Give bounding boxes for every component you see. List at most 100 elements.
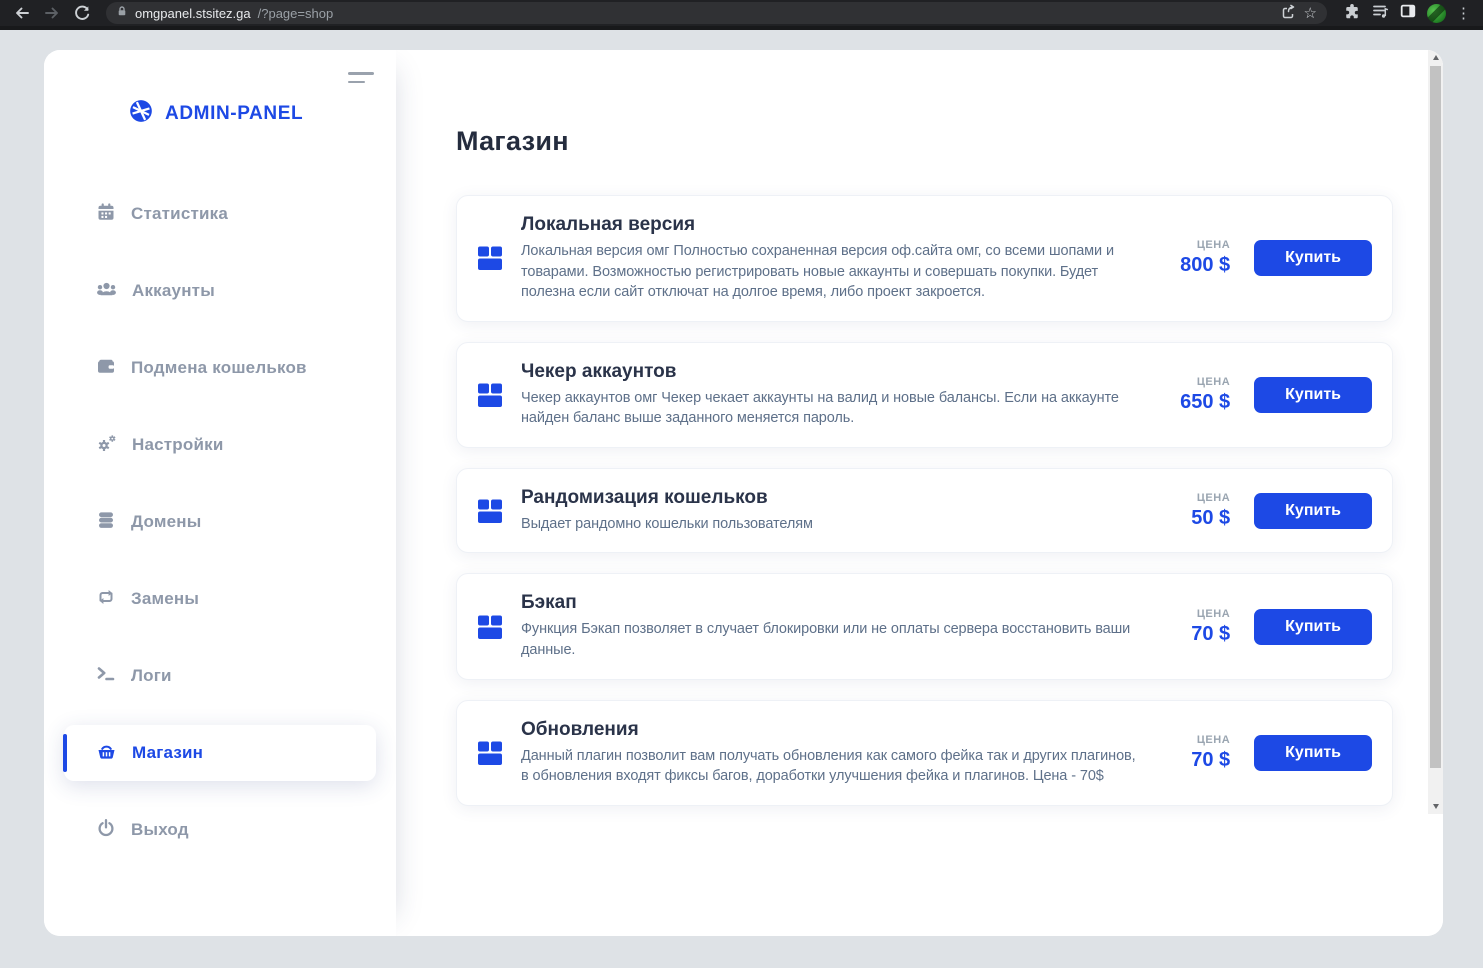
product-card: Бэкап Функция Бэкап позволяет в случает … [456, 573, 1393, 679]
sidebar: ADMIN-PANEL Статистика Аккаунты [44, 50, 396, 936]
calendar-icon [96, 202, 116, 227]
product-description: Функция Бэкап позволяет в случает блокир… [521, 619, 1136, 660]
product-price-block: ЦЕНА 50 $ [1166, 492, 1230, 530]
page-background: ADMIN-PANEL Статистика Аккаунты [0, 30, 1483, 964]
sidebar-item-replacements[interactable]: Замены [44, 571, 396, 627]
price-label: ЦЕНА [1166, 608, 1230, 620]
product-description: Выдает рандомно кошельки пользователям [521, 514, 1136, 535]
brand-logo-icon [128, 98, 154, 129]
share-icon[interactable] [1279, 2, 1297, 25]
gears-icon [96, 433, 117, 458]
product-name: Бэкап [521, 592, 1150, 614]
sidebar-collapse-icon[interactable] [348, 72, 374, 83]
product-info: Бэкап Функция Бэкап позволяет в случает … [521, 592, 1166, 660]
product-name: Чекер аккаунтов [521, 361, 1150, 383]
brand: ADMIN-PANEL [128, 98, 396, 129]
sidebar-item-label: Замены [131, 589, 199, 609]
product-price-block: ЦЕНА 800 $ [1166, 239, 1230, 277]
price-value: 800 $ [1166, 254, 1230, 277]
product-name: Обновления [521, 719, 1150, 741]
product-card: Обновления Данный плагин позволит вам по… [456, 700, 1393, 806]
price-label: ЦЕНА [1166, 734, 1230, 746]
product-card: Чекер аккаунтов Чекер аккаунтов омг Чеке… [456, 342, 1393, 448]
price-value: 70 $ [1166, 623, 1230, 646]
buy-button[interactable]: Купить [1254, 493, 1372, 529]
scrollbar-thumb[interactable] [1430, 66, 1441, 768]
sidebar-item-logout[interactable]: Выход [44, 802, 396, 858]
terminal-icon [96, 664, 116, 689]
product-price-block: ЦЕНА 70 $ [1166, 608, 1230, 646]
sidebar-item-label: Магазин [132, 743, 203, 763]
sidebar-item-label: Логи [131, 666, 172, 686]
box-icon [475, 738, 505, 768]
product-info: Чекер аккаунтов Чекер аккаунтов омг Чеке… [521, 361, 1166, 429]
reload-icon[interactable] [70, 1, 94, 25]
sidebar-item-label: Настройки [132, 435, 224, 455]
buy-button[interactable]: Купить [1254, 377, 1372, 413]
buy-button[interactable]: Купить [1254, 735, 1372, 771]
url-path: /?page=shop [258, 6, 334, 21]
sidebar-item-domains[interactable]: Домены [44, 494, 396, 550]
forward-arrow-icon[interactable] [40, 1, 64, 25]
page-title: Магазин [456, 126, 1393, 157]
product-price-block: ЦЕНА 650 $ [1166, 376, 1230, 414]
sidebar-item-shop[interactable]: Магазин [64, 725, 376, 781]
kebab-menu-icon[interactable]: ⋮ [1456, 6, 1471, 21]
browser-chrome: omgpanel.stsitez.ga /?page=shop ☆ ⋮ [0, 0, 1483, 30]
product-info: Обновления Данный плагин позволит вам по… [521, 719, 1166, 787]
box-icon [475, 496, 505, 526]
box-icon [475, 612, 505, 642]
sidebar-item-label: Домены [131, 512, 202, 532]
users-icon [96, 279, 117, 304]
product-card: Рандомизация кошельков Выдает рандомно к… [456, 468, 1393, 554]
power-icon [96, 818, 116, 843]
profile-avatar[interactable] [1427, 4, 1446, 23]
sidebar-item-statistics[interactable]: Статистика [44, 186, 396, 242]
extensions-puzzle-icon[interactable] [1343, 2, 1361, 25]
sidebar-item-label: Выход [131, 820, 189, 840]
lock-icon [116, 4, 128, 22]
price-label: ЦЕНА [1166, 239, 1230, 251]
price-value: 70 $ [1166, 749, 1230, 772]
media-playlist-icon[interactable] [1371, 2, 1389, 25]
sidebar-item-wallet-substitution[interactable]: Подмена кошельков [44, 340, 396, 396]
shop-content: Магазин Локальная версия Локальная верси… [396, 50, 1443, 936]
brand-name: ADMIN-PANEL [165, 103, 303, 125]
product-description: Данный плагин позволит вам получать обно… [521, 746, 1136, 787]
admin-panel-app: ADMIN-PANEL Статистика Аккаунты [44, 50, 1443, 936]
sidebar-nav: Статистика Аккаунты Подмена кошельков [44, 186, 396, 858]
product-description: Локальная версия омг Полностью сохраненн… [521, 241, 1136, 303]
sidebar-item-logs[interactable]: Логи [44, 648, 396, 704]
back-arrow-icon[interactable] [10, 1, 34, 25]
wallet-icon [96, 356, 116, 381]
scroll-down-arrow-icon[interactable] [1428, 799, 1443, 814]
price-label: ЦЕНА [1166, 492, 1230, 504]
product-card: Локальная версия Локальная версия омг По… [456, 195, 1393, 322]
price-value: 650 $ [1166, 391, 1230, 414]
product-description: Чекер аккаунтов омг Чекер чекает аккаунт… [521, 388, 1136, 429]
product-info: Рандомизация кошельков Выдает рандомно к… [521, 487, 1166, 535]
url-bar[interactable]: omgpanel.stsitez.ga /?page=shop ☆ [106, 2, 1327, 24]
bookmark-star-icon[interactable]: ☆ [1304, 6, 1317, 21]
sidebar-item-settings[interactable]: Настройки [44, 417, 396, 473]
scroll-up-arrow-icon[interactable] [1428, 50, 1443, 65]
product-info: Локальная версия Локальная версия омг По… [521, 214, 1166, 303]
vertical-scrollbar[interactable] [1428, 50, 1443, 814]
sidebar-item-label: Подмена кошельков [131, 358, 307, 378]
buy-button[interactable]: Купить [1254, 609, 1372, 645]
sidebar-item-accounts[interactable]: Аккаунты [44, 263, 396, 319]
product-name: Рандомизация кошельков [521, 487, 1150, 509]
shopping-basket-icon [96, 741, 117, 766]
sidebar-item-label: Статистика [131, 204, 228, 224]
product-price-block: ЦЕНА 70 $ [1166, 734, 1230, 772]
chrome-toolbar: ⋮ [1343, 2, 1473, 25]
sidebar-item-label: Аккаунты [132, 281, 215, 301]
box-icon [475, 380, 505, 410]
price-value: 50 $ [1166, 507, 1230, 530]
buy-button[interactable]: Купить [1254, 240, 1372, 276]
product-name: Локальная версия [521, 214, 1150, 236]
side-panel-icon[interactable] [1399, 2, 1417, 25]
database-icon [96, 510, 116, 535]
swap-arrows-icon [96, 587, 116, 612]
url-host: omgpanel.stsitez.ga [135, 6, 251, 21]
